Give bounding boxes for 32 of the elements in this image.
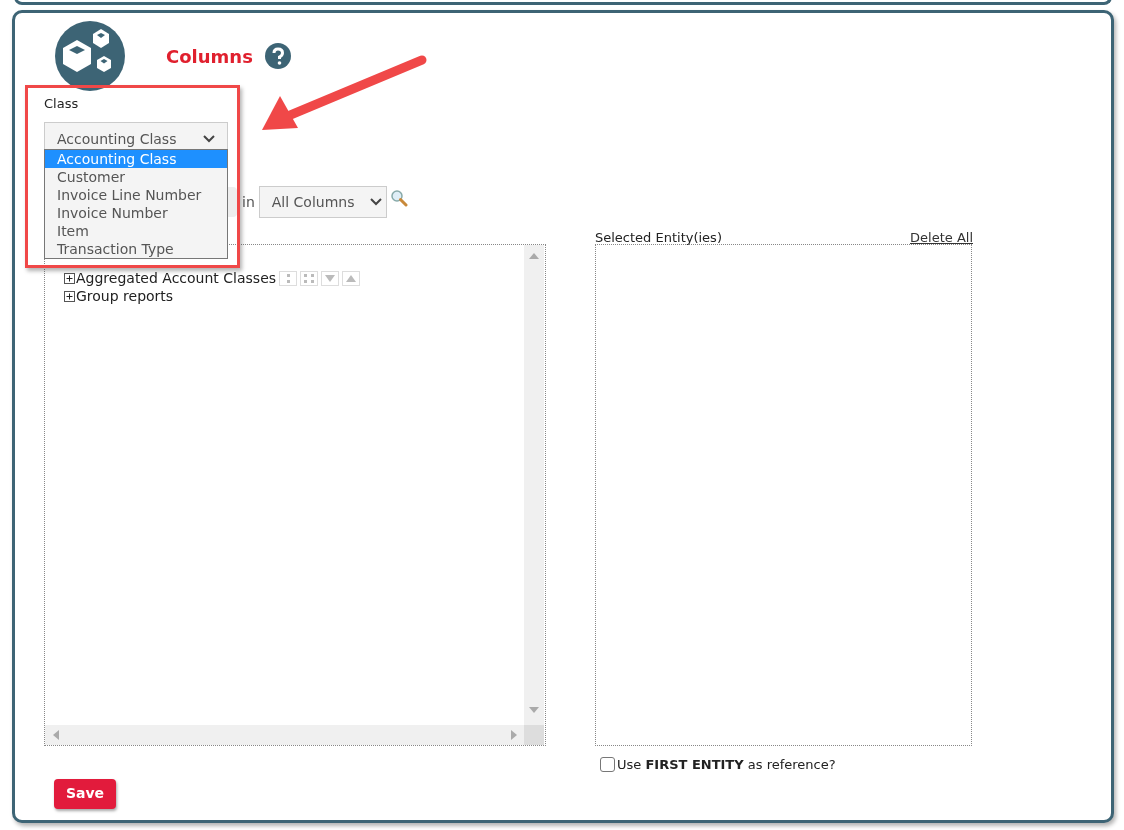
scroll-left-icon[interactable] bbox=[53, 730, 59, 740]
scroll-right-icon[interactable] bbox=[511, 730, 517, 740]
delete-all-link[interactable]: Delete All bbox=[910, 228, 973, 244]
four-dots-icon[interactable] bbox=[300, 270, 319, 286]
selected-entities-label: Selected Entity(ies) bbox=[595, 229, 722, 244]
save-button[interactable]: Save bbox=[54, 778, 116, 809]
class-label: Class bbox=[44, 95, 80, 113]
search-icon[interactable] bbox=[389, 189, 408, 207]
page-title: Columns bbox=[166, 44, 253, 69]
cubes-logo-icon bbox=[55, 20, 125, 92]
in-label: in bbox=[242, 192, 255, 212]
help-icon[interactable] bbox=[264, 43, 291, 69]
reference-checkbox[interactable] bbox=[600, 757, 615, 773]
move-up-icon[interactable] bbox=[342, 270, 361, 286]
scrollbar-corner bbox=[524, 725, 544, 745]
horizontal-scrollbar[interactable] bbox=[45, 725, 525, 745]
vertical-scrollbar[interactable] bbox=[524, 245, 544, 725]
class-option[interactable]: Invoice Line Number bbox=[45, 186, 227, 204]
scroll-down-icon[interactable] bbox=[529, 707, 539, 713]
chevron-down-icon bbox=[369, 198, 382, 206]
class-option[interactable]: Customer bbox=[45, 168, 227, 186]
class-option[interactable]: Invoice Number bbox=[45, 204, 227, 222]
expand-icon[interactable] bbox=[64, 272, 75, 284]
class-option[interactable]: Transaction Type bbox=[45, 240, 227, 258]
scope-select[interactable]: All Columns bbox=[258, 186, 387, 218]
chevron-down-icon bbox=[203, 135, 215, 143]
scroll-up-icon[interactable] bbox=[529, 253, 539, 259]
two-dots-icon[interactable] bbox=[279, 270, 298, 286]
move-down-icon[interactable] bbox=[321, 270, 340, 286]
class-option[interactable]: Item bbox=[45, 222, 227, 240]
expand-icon[interactable] bbox=[64, 290, 75, 302]
reference-label: Use FIRST ENTITY as reference? bbox=[617, 756, 836, 774]
